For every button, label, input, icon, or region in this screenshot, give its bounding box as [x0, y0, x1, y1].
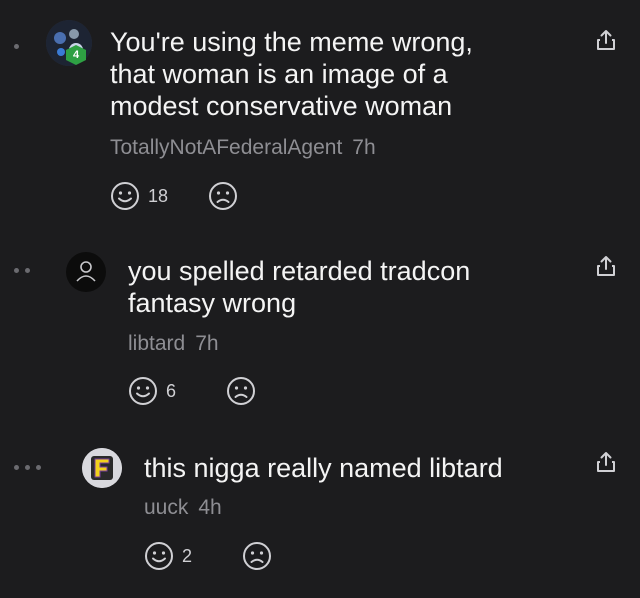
comment-text-line: this nigga really named libtard [144, 453, 503, 483]
comment-1: 4 You're using the meme wrong, that woma… [0, 0, 640, 230]
author-name[interactable]: TotallyNotAFederalAgent [110, 136, 342, 159]
comment-text-line: fantasy wrong [128, 288, 297, 318]
reaction-bar: 18 [110, 181, 238, 211]
user-icon [76, 261, 96, 282]
thread-depth-indicator [14, 268, 30, 273]
smile-icon[interactable] [144, 541, 174, 571]
comment-meta: TotallyNotAFederalAgent 7h [110, 136, 376, 160]
avatar[interactable] [66, 252, 106, 292]
comment-text-line: You're using the meme wrong, [110, 27, 473, 57]
smile-icon[interactable] [128, 376, 158, 406]
smile-icon[interactable] [110, 181, 140, 211]
comment-text-line: that woman is an image of a [110, 59, 448, 89]
like-count: 2 [182, 545, 193, 566]
comment-text: this nigga really named libtard [144, 452, 503, 484]
avatar[interactable] [82, 448, 122, 488]
comment-2: you spelled retarded tradcon fantasy wro… [0, 230, 640, 420]
share-icon[interactable] [594, 450, 618, 474]
comment-text: You're using the meme wrong, that woman … [110, 26, 473, 122]
depth-dot [25, 268, 30, 273]
like-count: 18 [148, 185, 169, 206]
comment-meta: libtard 7h [128, 332, 219, 356]
frown-icon[interactable] [208, 181, 238, 211]
like-count: 6 [166, 380, 177, 401]
comment-3: this nigga really named libtard uuck 4h 2 [0, 420, 640, 598]
reaction-bar: 6 [128, 376, 256, 406]
thread-depth-indicator [14, 465, 41, 470]
frown-icon[interactable] [226, 376, 256, 406]
share-icon[interactable] [594, 254, 618, 278]
comment-text: you spelled retarded tradcon fantasy wro… [128, 255, 470, 319]
comment-meta: uuck 4h [144, 496, 222, 520]
depth-dot [14, 465, 19, 470]
author-name[interactable]: uuck [144, 496, 188, 519]
author-name[interactable]: libtard [128, 332, 185, 355]
thread-depth-indicator [14, 44, 19, 49]
depth-dot [14, 44, 19, 49]
comment-text-line: modest conservative woman [110, 91, 453, 121]
timestamp: 4h [198, 496, 222, 519]
avatar-image [82, 448, 122, 488]
reaction-bar: 2 [144, 541, 272, 571]
depth-dot [36, 465, 41, 470]
share-icon[interactable] [594, 28, 618, 52]
depth-dot [14, 268, 19, 273]
comment-text-line: you spelled retarded tradcon [128, 256, 471, 286]
timestamp: 7h [195, 332, 219, 355]
frown-icon[interactable] [242, 541, 272, 571]
timestamp: 7h [352, 136, 376, 159]
depth-dot [25, 465, 30, 470]
